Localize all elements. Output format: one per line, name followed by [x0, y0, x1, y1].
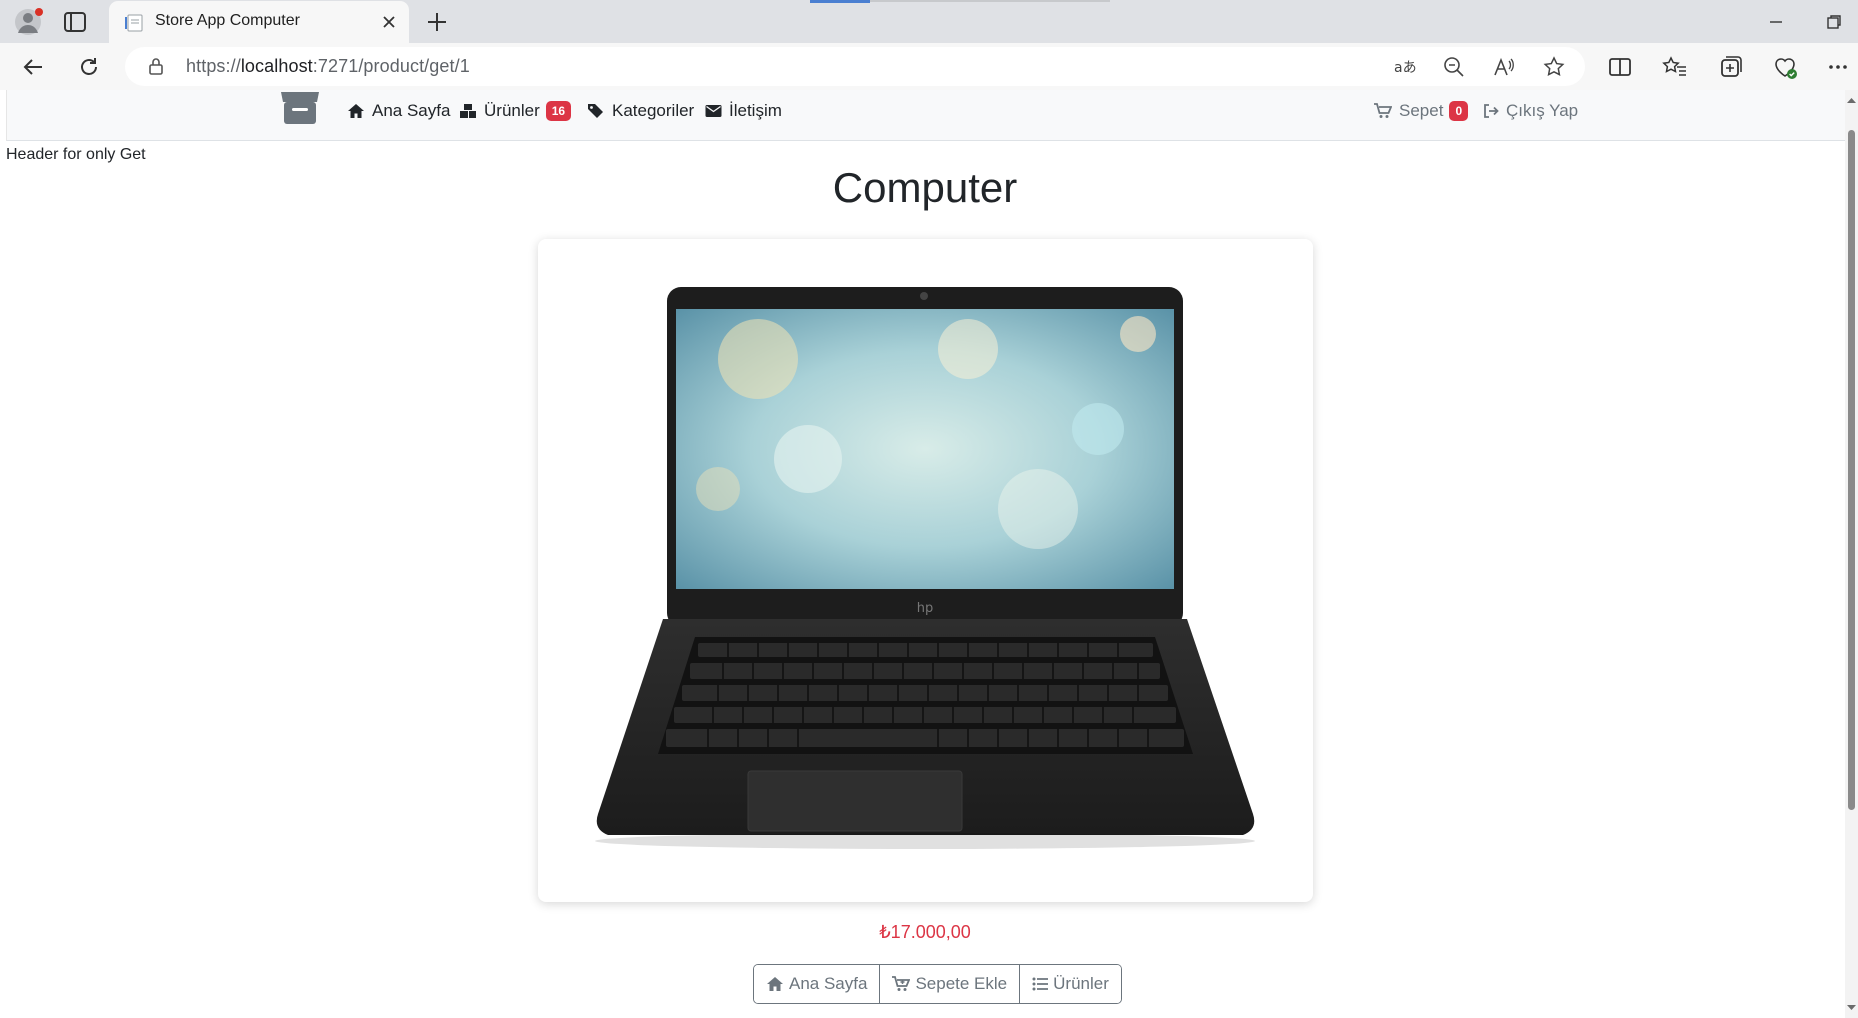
scroll-up-arrow-icon[interactable] [1847, 96, 1856, 105]
products-button[interactable]: Ürünler [1020, 965, 1121, 1003]
minimize-window-icon[interactable] [1764, 10, 1788, 34]
translate-icon[interactable]: aあ [1392, 55, 1416, 79]
house-icon [348, 104, 364, 118]
new-tab-plus-icon[interactable] [424, 9, 450, 35]
product-actions: Ana Sayfa Sepete Ekle Ürünler [753, 964, 1122, 1004]
more-options-icon[interactable] [1824, 53, 1852, 81]
svg-text:hp: hp [917, 601, 934, 616]
nav-home-label: Ana Sayfa [372, 101, 451, 120]
products-button-label: Ürünler [1053, 974, 1109, 993]
nav-cart-label: Sepet [1399, 101, 1444, 120]
profile-avatar-icon[interactable] [14, 7, 44, 37]
browser-essentials-icon[interactable] [1771, 53, 1799, 81]
back-arrow-icon[interactable] [20, 53, 48, 81]
collections-icon[interactable] [1716, 53, 1744, 81]
nav-logout-label: Çıkış Yap [1506, 101, 1579, 120]
page-scrollbar[interactable] [1845, 90, 1858, 1018]
cart-icon [1374, 103, 1392, 118]
tab-actions-icon[interactable] [62, 10, 88, 34]
url-text[interactable]: https://localhost:7271/product/get/1 [186, 56, 470, 77]
home-button-label: Ana Sayfa [789, 974, 868, 993]
house-icon [767, 977, 783, 991]
tags-icon [588, 104, 603, 118]
nav-cart-link[interactable]: Sepet 0 [1374, 98, 1469, 124]
scrollbar-thumb[interactable] [1848, 130, 1855, 810]
nav-logout-link[interactable]: Çıkış Yap [1483, 98, 1578, 124]
header-note: Header for only Get [6, 146, 146, 163]
favorite-star-icon[interactable] [1542, 55, 1566, 79]
close-tab-icon[interactable] [379, 12, 399, 32]
page-favicon-icon [125, 14, 143, 32]
address-bar[interactable]: https://localhost:7271/product/get/1 aあ [125, 47, 1585, 86]
scroll-down-arrow-icon[interactable] [1847, 1003, 1856, 1012]
add-to-cart-label: Sepete Ekle [915, 974, 1008, 993]
tab-title: Store App Computer [155, 12, 300, 29]
url-host: localhost [240, 56, 313, 76]
browser-tab-bar: Store App Computer [0, 0, 1858, 43]
home-button[interactable]: Ana Sayfa [754, 965, 881, 1003]
product-image-card: hp [538, 239, 1313, 902]
svg-text:aあ: aあ [1394, 60, 1416, 76]
tab-strip-divider [870, 0, 1110, 2]
lock-icon[interactable] [146, 56, 166, 76]
restore-window-icon[interactable] [1822, 10, 1846, 34]
cart-plus-icon [892, 976, 911, 991]
envelope-icon [705, 105, 722, 117]
boxes-icon [460, 104, 476, 118]
url-scheme: https:// [186, 56, 241, 76]
add-to-cart-button[interactable]: Sepete Ekle [880, 965, 1021, 1003]
reload-icon[interactable] [75, 53, 103, 81]
list-icon [1032, 977, 1049, 991]
nav-products-link[interactable]: Ürünler 16 [459, 98, 572, 124]
nav-products-label: Ürünler [484, 101, 540, 120]
product-price: ₺17.000,00 [879, 922, 971, 942]
nav-categories-link[interactable]: Kategoriler [587, 98, 694, 124]
site-navbar: Ana Sayfa Ürünler 16 Kategoriler İletişi… [6, 90, 1845, 141]
split-screen-icon[interactable] [1606, 53, 1634, 81]
store-logo-icon[interactable] [279, 88, 321, 126]
product-laptop-image: hp [595, 287, 1255, 849]
nav-contact-link[interactable]: İletişim [705, 98, 782, 124]
tab-loading-indicator [810, 0, 870, 3]
favorites-list-icon[interactable] [1661, 53, 1689, 81]
product-title: Computer [832, 164, 1018, 211]
nav-categories-label: Kategoriler [612, 101, 695, 120]
read-aloud-icon[interactable] [1492, 55, 1516, 79]
browser-tab-active[interactable]: Store App Computer [109, 1, 409, 43]
products-count-badge: 16 [545, 101, 572, 121]
page-viewport: Ana Sayfa Ürünler 16 Kategoriler İletişi… [0, 90, 1858, 1018]
nav-home-link[interactable]: Ana Sayfa [347, 98, 450, 124]
nav-contact-label: İletişim [729, 101, 782, 120]
url-path: :7271/product/get/1 [312, 56, 470, 76]
zoom-out-icon[interactable] [1442, 55, 1466, 79]
sign-out-icon [1484, 104, 1499, 118]
cart-count-badge: 0 [1449, 101, 1469, 121]
